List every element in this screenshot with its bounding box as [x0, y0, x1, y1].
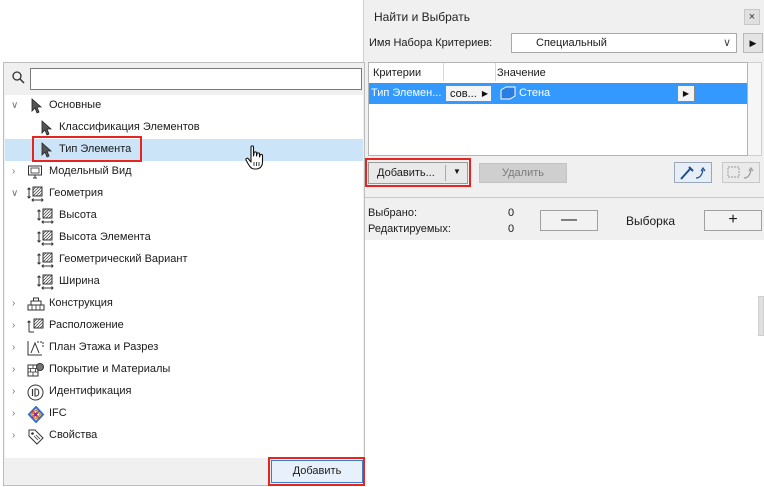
- tree-item-label: Покрытие и Материалы: [49, 363, 171, 375]
- chevron-down-icon[interactable]: ∨: [11, 100, 18, 111]
- search-input[interactable]: [30, 68, 362, 90]
- selected-count: 0: [508, 207, 515, 219]
- tree-item-label: Расположение: [49, 319, 124, 331]
- highlight-frame: [365, 158, 471, 187]
- chevron-right-icon[interactable]: ›: [12, 408, 15, 419]
- chevron-right-icon[interactable]: ›: [12, 166, 15, 177]
- condition-dropdown[interactable]: сов... ▶: [445, 85, 492, 102]
- arrow-cursor-icon: [31, 98, 43, 114]
- chevron-right-icon[interactable]: ›: [12, 342, 15, 353]
- chevron-right-icon[interactable]: ›: [12, 430, 15, 441]
- tree-item-label: Геометрический Вариант: [59, 253, 188, 265]
- chevron-right-icon[interactable]: ›: [12, 320, 15, 331]
- criteria-set-value: Специальный: [536, 37, 607, 49]
- tree-item-label: Классификация Элементов: [59, 121, 200, 133]
- tree-item-label: IFC: [49, 407, 67, 419]
- tree-item-identification[interactable]: › Идентификация: [5, 381, 363, 403]
- find-select-panel: Найти и Выбрать × Имя Набора Критериев: …: [363, 0, 764, 240]
- tree-item-label: Геометрия: [49, 187, 104, 199]
- chevron-down-icon[interactable]: ∨: [11, 188, 18, 199]
- tree-item-label: Ширина: [59, 275, 100, 287]
- col-value-header: Значение: [497, 67, 546, 79]
- editable-label: Редактируемых:: [368, 223, 451, 235]
- condition-value: сов...: [450, 88, 477, 100]
- tree-item-width[interactable]: Ширина: [5, 271, 363, 293]
- tree-item-label: Высота: [59, 209, 97, 221]
- section-divider: [364, 197, 764, 198]
- selected-label: Выбрано:: [368, 207, 418, 219]
- monitor-icon: [28, 165, 42, 179]
- select-box-icon: [727, 166, 754, 179]
- pick-parameters-button[interactable]: [674, 162, 712, 183]
- tree-item-structure[interactable]: › Конструкция: [5, 293, 363, 315]
- tree-item-height[interactable]: Высота: [5, 205, 363, 227]
- tree-item-materials[interactable]: › Покрытие и Материалы: [5, 359, 363, 381]
- structure-icon: [27, 297, 45, 311]
- criteria-tree-panel: ∨ Основные Классификация Элементов Тип Э…: [3, 62, 365, 486]
- materials-icon: [27, 363, 44, 377]
- apply-selection-button[interactable]: [722, 162, 760, 183]
- location-icon: [27, 318, 44, 333]
- tree-item-element-height[interactable]: Высота Элемента: [5, 227, 363, 249]
- hand-cursor-icon: [245, 145, 264, 170]
- value-cell[interactable]: Стена: [519, 87, 550, 99]
- tree-item-label: Высота Элемента: [59, 231, 151, 243]
- tree-item-location[interactable]: › Расположение: [5, 315, 363, 337]
- tree-item-label: Идентификация: [49, 385, 132, 397]
- criterion-cell[interactable]: Тип Элемен...: [371, 87, 441, 99]
- panel-title: Найти и Выбрать: [374, 10, 470, 24]
- geometry-icon: [37, 252, 54, 268]
- chevron-down-icon: ∨: [722, 37, 731, 49]
- tree-item-main[interactable]: ∨ Основные: [5, 95, 363, 117]
- criteria-row[interactable]: Тип Элемен... сов... ▶ Стена ▶: [369, 83, 747, 104]
- tree-item-floor-plan[interactable]: › План Этажа и Разрез: [5, 337, 363, 359]
- tree-item-model-view[interactable]: › Модельный Вид: [5, 161, 363, 183]
- tree-item-properties[interactable]: › Свойства: [5, 425, 363, 447]
- chevron-right-icon[interactable]: ›: [12, 298, 15, 309]
- close-button[interactable]: ×: [744, 9, 760, 25]
- table-scrollbar[interactable]: [748, 62, 762, 156]
- value-picker-button[interactable]: ▶: [677, 85, 695, 102]
- chevron-right-icon[interactable]: ›: [12, 386, 15, 397]
- id-icon: [27, 384, 44, 401]
- geometry-icon: [37, 274, 54, 290]
- tree-item-label: Модельный Вид: [49, 165, 132, 177]
- criteria-table: Критерии Значение Тип Элемен... сов... ▶…: [368, 62, 748, 156]
- col-criteria-header: Критерии: [373, 67, 422, 79]
- search-icon: [12, 71, 25, 84]
- eyedropper-icon: [680, 166, 706, 180]
- floor-plan-icon: [27, 341, 44, 356]
- geometry-icon: [37, 230, 54, 246]
- deselect-button[interactable]: —: [540, 210, 598, 231]
- chevron-right-icon[interactable]: ›: [12, 364, 15, 375]
- tree-item-geometry[interactable]: ∨ Геометрия: [5, 183, 363, 205]
- column-divider: [443, 63, 444, 81]
- tree-item-label: Конструкция: [49, 297, 113, 309]
- tag-icon: [28, 429, 44, 445]
- criteria-set-label: Имя Набора Критериев:: [369, 37, 493, 49]
- criteria-set-next-button[interactable]: ▶: [743, 33, 763, 53]
- ifc-icon: [27, 406, 45, 423]
- tree-item-label: План Этажа и Разрез: [49, 341, 159, 353]
- geometry-icon: [27, 186, 44, 202]
- chevron-right-icon: ▶: [481, 89, 488, 98]
- arrow-cursor-icon: [41, 120, 53, 136]
- selection-label: Выборка: [626, 214, 676, 228]
- highlight-frame: [32, 136, 142, 162]
- wall-icon: [500, 86, 516, 100]
- tree-item-label: Основные: [49, 99, 102, 111]
- remove-button[interactable]: Удалить: [479, 163, 567, 183]
- tree-item-label: Свойства: [49, 429, 98, 441]
- editable-count: 0: [508, 223, 515, 235]
- criteria-set-dropdown[interactable]: Специальный ∨: [511, 33, 737, 53]
- tree-item-geometry-variant[interactable]: Геометрический Вариант: [5, 249, 363, 271]
- tree-item-ifc[interactable]: › IFC: [5, 403, 363, 425]
- resize-handle[interactable]: [758, 296, 764, 336]
- column-divider: [495, 63, 496, 81]
- select-button[interactable]: +: [704, 210, 762, 231]
- geometry-icon: [37, 208, 54, 224]
- highlight-frame: [268, 457, 365, 486]
